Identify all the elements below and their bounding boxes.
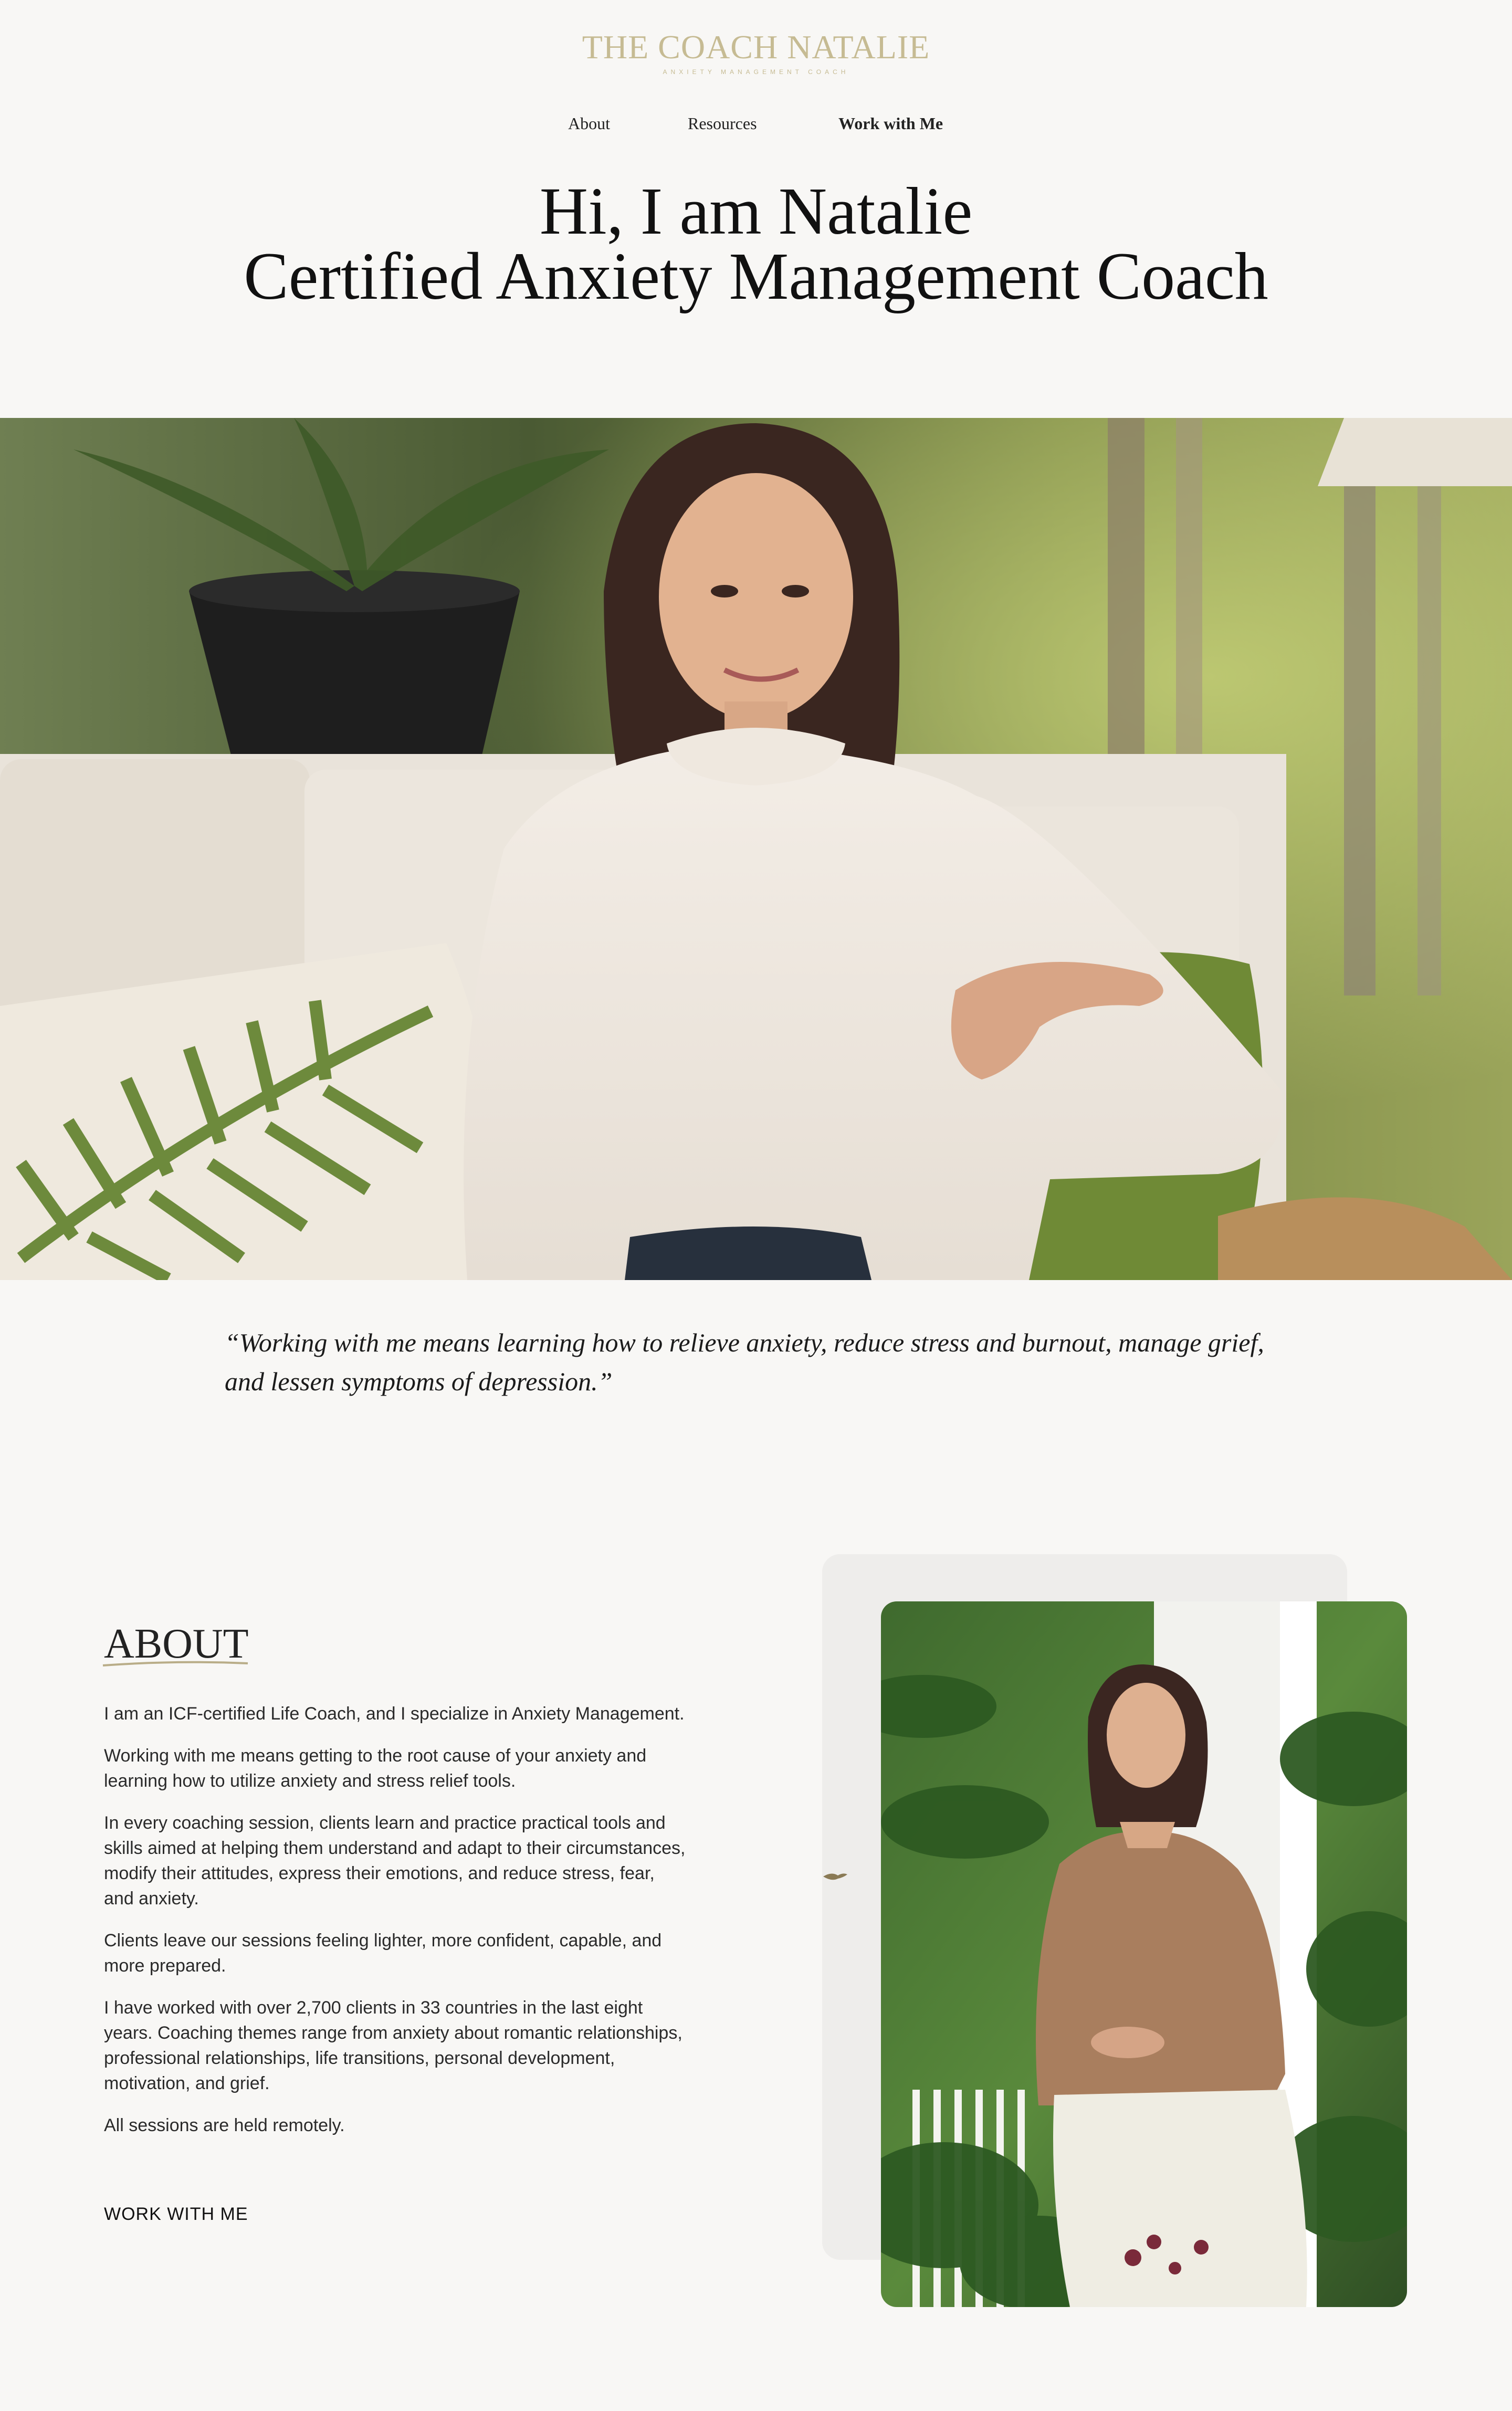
hero-heading-line1: Hi, I am Natalie — [539, 174, 973, 248]
site-logo[interactable]: THE COACH NATALIE ANXIETY MANAGEMENT COA… — [0, 28, 1512, 76]
about-text: I am an ICF-certified Life Coach, and I … — [104, 1701, 687, 2155]
logo-bold-text: NATALIE — [787, 28, 930, 66]
hero-heading-line2: Certified Anxiety Management Coach — [244, 239, 1268, 313]
logo-light-text: THE COACH — [582, 28, 779, 66]
portrait-photo — [881, 1601, 1407, 2307]
logo-tagline: ANXIETY MANAGEMENT COACH — [663, 68, 849, 76]
about-paragraph: In every coaching session, clients learn… — [104, 1813, 686, 1909]
nav-item-work-with-me[interactable]: Work with Me — [838, 110, 943, 137]
nav-item-about[interactable]: About — [568, 110, 610, 137]
logo-title: THE COACH NATALIE — [0, 28, 1512, 66]
hero-heading: Hi, I am Natalie Certified Anxiety Manag… — [0, 174, 1512, 313]
about-paragraph: I am an ICF-certified Life Coach, and I … — [104, 1704, 685, 1724]
about-paragraph: I have worked with over 2,700 clients in… — [104, 1998, 682, 2093]
work-with-me-link[interactable]: WORK WITH ME — [104, 2204, 248, 2225]
main-nav: About Resources Work with Me — [0, 110, 1512, 137]
about-paragraph: All sessions are held remotely. — [104, 2115, 345, 2135]
bird-icon — [823, 1873, 847, 1880]
nav-item-resources[interactable]: Resources — [688, 110, 757, 137]
about-underline — [102, 1661, 248, 1666]
testimonial-quote: “Working with me means learning how to r… — [225, 1328, 1264, 1396]
about-paragraph: Clients leave our sessions feeling light… — [104, 1931, 662, 1976]
about-paragraph: Working with me means getting to the roo… — [104, 1746, 647, 1791]
hero-photo — [0, 418, 1512, 1280]
